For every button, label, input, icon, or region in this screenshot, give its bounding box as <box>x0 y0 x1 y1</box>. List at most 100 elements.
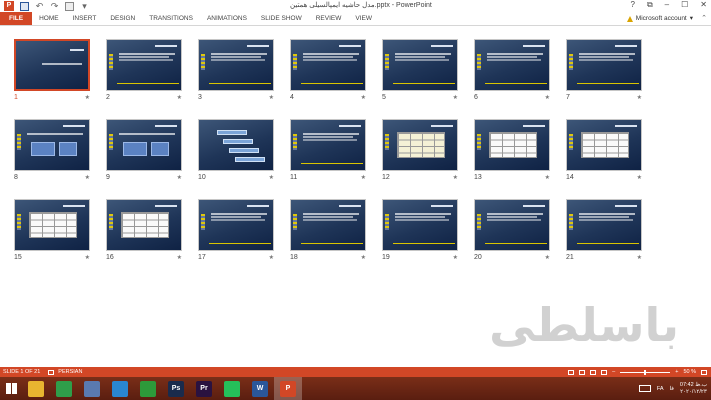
save-icon[interactable] <box>20 1 29 11</box>
ribbon-display-options-icon[interactable]: ⧉ <box>647 0 653 10</box>
slide-thumbnail[interactable]: 11 ★ <box>290 119 366 181</box>
transition-star-icon[interactable]: ★ <box>637 254 642 261</box>
slide-preview[interactable] <box>198 199 274 251</box>
customize-toolbar-icon[interactable]: ▾ <box>80 1 89 11</box>
slide-thumbnail[interactable]: 14 ★ <box>566 119 642 181</box>
slide-preview[interactable] <box>106 39 182 91</box>
slide-thumbnail[interactable]: 3 ★ <box>198 39 274 101</box>
transition-star-icon[interactable]: ★ <box>85 254 90 261</box>
transition-star-icon[interactable]: ★ <box>177 174 182 181</box>
slide-preview[interactable] <box>382 39 458 91</box>
slide-thumbnail[interactable]: 12 ★ <box>382 119 458 181</box>
tab-slide-show[interactable]: SLIDE SHOW <box>254 12 309 25</box>
transition-star-icon[interactable]: ★ <box>545 174 550 181</box>
transition-star-icon[interactable]: ★ <box>453 254 458 261</box>
transition-star-icon[interactable]: ★ <box>269 94 274 101</box>
language-indicator[interactable]: PERSIAN <box>58 369 82 375</box>
slide-thumbnail[interactable]: 9 ★ <box>106 119 182 181</box>
transition-star-icon[interactable]: ★ <box>269 254 274 261</box>
tab-review[interactable]: REVIEW <box>309 12 349 25</box>
taskbar-calculator[interactable] <box>134 377 162 400</box>
collapse-ribbon-icon[interactable]: ⌃ <box>701 14 707 22</box>
slide-preview[interactable] <box>14 199 90 251</box>
start-button[interactable] <box>0 377 22 400</box>
slide-thumbnail[interactable]: 13 ★ <box>474 119 550 181</box>
tab-insert[interactable]: INSERT <box>66 12 104 25</box>
slide-thumbnail[interactable]: 7 ★ <box>566 39 642 101</box>
transition-star-icon[interactable]: ★ <box>545 254 550 261</box>
slide-thumbnail[interactable]: 18 ★ <box>290 199 366 261</box>
slide-preview[interactable] <box>566 119 642 171</box>
transition-star-icon[interactable]: ★ <box>361 174 366 181</box>
tab-transitions[interactable]: TRANSITIONS <box>142 12 200 25</box>
slide-thumbnail[interactable]: 20 ★ <box>474 199 550 261</box>
normal-view-icon[interactable] <box>568 369 575 375</box>
input-method-indicator[interactable]: فا <box>670 386 674 392</box>
tab-view[interactable]: VIEW <box>348 12 379 25</box>
transition-star-icon[interactable]: ★ <box>269 174 274 181</box>
taskbar-file-explorer[interactable] <box>22 377 50 400</box>
slide-thumbnail[interactable]: 5 ★ <box>382 39 458 101</box>
slide-preview[interactable] <box>474 199 550 251</box>
slide-thumbnail[interactable]: 2 ★ <box>106 39 182 101</box>
tray-language[interactable]: FA <box>657 386 664 392</box>
slide-preview[interactable] <box>566 199 642 251</box>
taskbar-whatsapp[interactable] <box>218 377 246 400</box>
spell-check-icon[interactable] <box>48 369 55 375</box>
transition-star-icon[interactable]: ★ <box>85 174 90 181</box>
redo-icon[interactable]: ↷ <box>50 1 59 11</box>
slide-thumbnail[interactable]: 10 ★ <box>198 119 274 181</box>
zoom-level[interactable]: 50 % <box>683 369 696 375</box>
transition-star-icon[interactable]: ★ <box>177 94 182 101</box>
transition-star-icon[interactable]: ★ <box>453 174 458 181</box>
taskbar-photoshop[interactable]: Ps <box>162 377 190 400</box>
taskbar-word[interactable]: W <box>246 377 274 400</box>
tab-file[interactable]: FILE <box>0 12 33 25</box>
minimize-button[interactable]: – <box>665 0 669 10</box>
slide-thumbnail[interactable]: 8 ★ <box>14 119 90 181</box>
slide-preview[interactable] <box>14 119 90 171</box>
slide-preview[interactable] <box>382 199 458 251</box>
zoom-in-button[interactable]: + <box>675 369 678 375</box>
transition-star-icon[interactable]: ★ <box>361 94 366 101</box>
slide-sorter-view-icon[interactable] <box>579 369 586 375</box>
slide-preview[interactable] <box>198 39 274 91</box>
reading-view-icon[interactable] <box>590 369 597 375</box>
slideshow-view-icon[interactable] <box>601 369 608 375</box>
transition-star-icon[interactable]: ★ <box>453 94 458 101</box>
taskbar-network-app[interactable] <box>78 377 106 400</box>
transition-star-icon[interactable]: ★ <box>361 254 366 261</box>
taskbar-premiere[interactable]: Pr <box>190 377 218 400</box>
taskbar-recycle-app[interactable] <box>106 377 134 400</box>
slide-thumbnail[interactable]: 15 ★ <box>14 199 90 261</box>
slide-thumbnail[interactable]: 16 ★ <box>106 199 182 261</box>
transition-star-icon[interactable]: ★ <box>545 94 550 101</box>
transition-star-icon[interactable]: ★ <box>85 94 90 101</box>
tab-design[interactable]: DESIGN <box>103 12 142 25</box>
slide-preview[interactable] <box>14 39 90 91</box>
slide-preview[interactable] <box>106 119 182 171</box>
chevron-down-icon[interactable]: ▾ <box>690 12 693 26</box>
slide-thumbnail[interactable]: 4 ★ <box>290 39 366 101</box>
slide-thumbnail[interactable]: 17 ★ <box>198 199 274 261</box>
maximize-button[interactable]: ☐ <box>681 0 688 10</box>
slide-preview[interactable] <box>198 119 274 171</box>
transition-star-icon[interactable]: ★ <box>637 94 642 101</box>
help-icon[interactable]: ? <box>631 0 635 10</box>
slide-preview[interactable] <box>382 119 458 171</box>
undo-icon[interactable]: ↶ <box>35 1 44 11</box>
transition-star-icon[interactable]: ★ <box>177 254 182 261</box>
slide-preview[interactable] <box>474 119 550 171</box>
clock[interactable]: 07:42 ب.ظ ۲۰۲۰/۱۲/۲۳ <box>680 382 707 396</box>
transition-star-icon[interactable]: ★ <box>637 174 642 181</box>
zoom-slider-knob[interactable] <box>644 369 647 375</box>
slide-thumbnail[interactable]: 1 ★ <box>14 39 90 101</box>
slide-thumbnail[interactable]: 21 ★ <box>566 199 642 261</box>
slide-thumbnail[interactable]: 6 ★ <box>474 39 550 101</box>
touch-keyboard-icon[interactable] <box>638 385 651 392</box>
fit-to-window-icon[interactable] <box>701 369 707 375</box>
account-label[interactable]: Microsoft account <box>636 12 687 26</box>
slide-preview[interactable] <box>290 119 366 171</box>
slide-preview[interactable] <box>566 39 642 91</box>
slide-thumbnail[interactable]: 19 ★ <box>382 199 458 261</box>
